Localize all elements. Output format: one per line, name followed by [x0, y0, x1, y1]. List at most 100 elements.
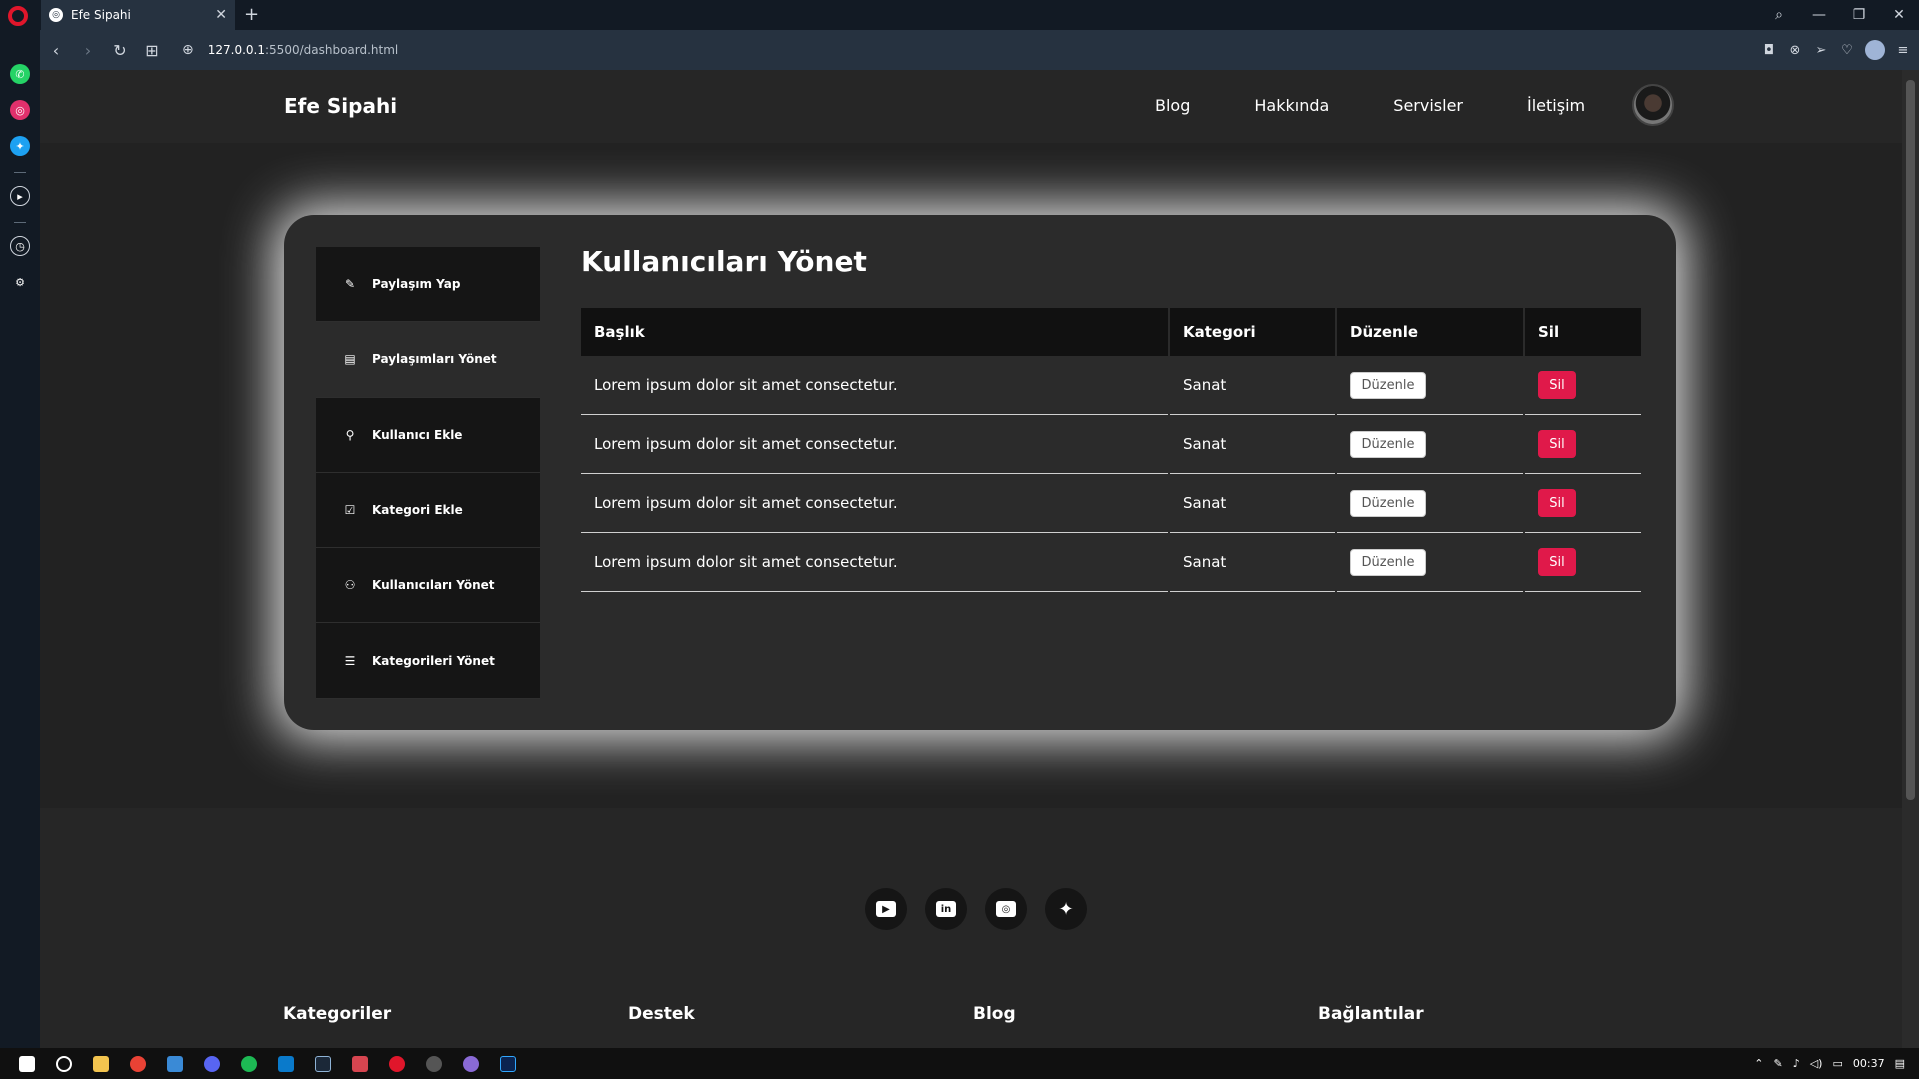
restore-button[interactable]: ❐ — [1839, 7, 1879, 23]
tab-close-icon[interactable]: ✕ — [215, 7, 227, 23]
cell-edit: Düzenle — [1337, 415, 1523, 474]
microphone-icon[interactable]: ♪ — [1793, 1057, 1800, 1070]
windows-start-icon[interactable] — [8, 1055, 45, 1072]
linkedin-icon[interactable]: in — [925, 888, 967, 930]
dashboard-item-kategorileri-yonet[interactable]: ☰ Kategorileri Yönet — [316, 623, 540, 699]
page-scrollbar[interactable] — [1902, 70, 1919, 1048]
table-row: Lorem ipsum dolor sit amet consectetur. … — [581, 533, 1643, 592]
dashboard-item-paylasim-yap[interactable]: ✎ Paylaşım Yap — [316, 247, 540, 323]
footer-heading-destek: Destek — [628, 1004, 695, 1024]
tab-title: Efe Sipahi — [71, 8, 131, 22]
search-icon[interactable] — [45, 1055, 82, 1072]
user-add-icon: ⚲ — [345, 427, 355, 442]
twitter-icon[interactable]: ✦ — [1045, 888, 1087, 930]
camera-icon[interactable]: ◘ — [1761, 43, 1777, 58]
menu-icon[interactable]: ≡ — [1895, 43, 1911, 58]
reload-button[interactable]: ↻ — [104, 41, 136, 60]
steam-icon[interactable] — [304, 1055, 341, 1072]
pencil-icon: ✎ — [344, 277, 356, 292]
footer-heading-kategoriler: Kategoriler — [283, 1004, 392, 1024]
delete-button[interactable]: Sil — [1538, 371, 1576, 399]
app-icon[interactable] — [415, 1055, 452, 1072]
youtube-icon[interactable]: ▶ — [865, 888, 907, 930]
window-controls: ⌕ — ❐ ✕ — [1759, 0, 1919, 30]
url-field[interactable]: ⊕ 127.0.0.1:5500/dashboard.html — [182, 42, 398, 58]
opera-icon[interactable] — [378, 1055, 415, 1072]
volume-icon[interactable]: ◁) — [1810, 1057, 1823, 1070]
column-header-duzenle: Düzenle — [1337, 308, 1523, 356]
instagram-icon[interactable]: ◎ — [10, 100, 30, 120]
footer-heading-baglantilar: Bağlantılar — [1318, 1004, 1424, 1024]
profile-icon[interactable] — [1865, 40, 1885, 60]
cell-category: Sanat — [1170, 356, 1335, 415]
nav-hakkinda[interactable]: Hakkında — [1254, 96, 1329, 115]
nav-servisler[interactable]: Servisler — [1393, 96, 1463, 115]
delete-button[interactable]: Sil — [1538, 489, 1576, 517]
delete-button[interactable]: Sil — [1538, 430, 1576, 458]
site-footer: ▶ in ◎ ✦ Kategoriler Destek Blog Bağlant… — [40, 808, 1902, 1048]
browser-sidebar: ✆ ◎ ✦ ▸ ◷ ⚙ ••• — [0, 30, 40, 1071]
opera-logo-icon[interactable] — [8, 6, 28, 26]
column-header-kategori: Kategori — [1170, 308, 1335, 356]
dashboard-item-label: Kullanıcı Ekle — [372, 427, 463, 442]
app-icon[interactable] — [156, 1055, 193, 1072]
dashboard-item-label: Kategori Ekle — [372, 503, 463, 518]
shield-icon[interactable]: ⊗ — [1787, 43, 1803, 58]
mail-icon[interactable] — [341, 1055, 378, 1072]
chrome-icon[interactable] — [119, 1055, 156, 1072]
page-title: Kullanıcıları Yönet — [581, 245, 867, 278]
browser-tab[interactable]: ◎ Efe Sipahi ✕ — [41, 0, 235, 30]
cell-edit: Düzenle — [1337, 356, 1523, 415]
minimize-button[interactable]: — — [1799, 7, 1839, 23]
site-header: Efe Sipahi Blog Hakkında Servisler İleti… — [40, 70, 1902, 143]
instagram-icon[interactable]: ◎ — [985, 888, 1027, 930]
spotify-icon[interactable] — [230, 1055, 267, 1072]
column-header-sil: Sil — [1525, 308, 1641, 356]
clock[interactable]: 00:37 — [1853, 1057, 1885, 1070]
heart-icon[interactable]: ♡ — [1839, 43, 1855, 58]
new-tab-button[interactable]: + — [244, 4, 259, 25]
photoshop-icon[interactable] — [489, 1055, 526, 1072]
globe-icon: ⊕ — [182, 42, 194, 58]
cell-title: Lorem ipsum dolor sit amet consectetur. — [581, 415, 1168, 474]
delete-button[interactable]: Sil — [1538, 548, 1576, 576]
discord-icon[interactable] — [193, 1055, 230, 1072]
edit-button[interactable]: Düzenle — [1350, 548, 1426, 576]
cell-category: Sanat — [1170, 474, 1335, 533]
edit-button[interactable]: Düzenle — [1350, 430, 1426, 458]
dashboard-item-kullanici-ekle[interactable]: ⚲ Kullanıcı Ekle — [316, 397, 540, 473]
settings-icon[interactable]: ⚙ — [10, 272, 30, 292]
site-brand[interactable]: Efe Sipahi — [284, 94, 397, 118]
chevron-up-icon[interactable]: ⌃ — [1754, 1057, 1763, 1070]
github-icon[interactable] — [452, 1055, 489, 1072]
vscode-icon[interactable] — [267, 1055, 304, 1072]
player-icon[interactable]: ▸ — [10, 186, 30, 206]
nav-iletisim[interactable]: İletişim — [1527, 96, 1585, 115]
search-icon[interactable]: ⌕ — [1759, 7, 1799, 23]
cell-title: Lorem ipsum dolor sit amet consectetur. — [581, 474, 1168, 533]
twitter-icon[interactable]: ✦ — [10, 136, 30, 156]
file-explorer-icon[interactable] — [82, 1055, 119, 1072]
dashboard-item-paylasimlari-yonet[interactable]: ▤ Paylaşımları Yönet — [316, 322, 540, 398]
edit-button[interactable]: Düzenle — [1350, 371, 1426, 399]
table-header: Başlık Kategori Düzenle Sil — [581, 308, 1643, 356]
whatsapp-icon[interactable]: ✆ — [10, 64, 30, 84]
back-button[interactable]: ‹ — [40, 41, 72, 60]
pen-icon[interactable]: ✎ — [1773, 1057, 1782, 1070]
history-icon[interactable]: ◷ — [10, 236, 30, 256]
edit-button[interactable]: Düzenle — [1350, 489, 1426, 517]
notifications-icon[interactable]: ▤ — [1895, 1057, 1905, 1070]
network-icon[interactable]: ▭ — [1832, 1057, 1842, 1070]
dashboard-item-kullanicilari-yonet[interactable]: ⚇ Kullanıcıları Yönet — [316, 548, 540, 624]
cell-delete: Sil — [1525, 415, 1641, 474]
linkedin-glyph: in — [936, 901, 956, 917]
forward-button[interactable]: › — [72, 41, 104, 60]
system-tray: ⌃ ✎ ♪ ◁) ▭ 00:37 ▤ — [1754, 1048, 1905, 1079]
speed-dial-button[interactable]: ⊞ — [136, 41, 168, 60]
send-icon[interactable]: ➢ — [1813, 43, 1829, 58]
close-window-button[interactable]: ✕ — [1879, 7, 1919, 23]
nav-blog[interactable]: Blog — [1155, 96, 1190, 115]
avatar[interactable] — [1632, 84, 1674, 126]
scrollbar-thumb[interactable] — [1906, 80, 1915, 800]
dashboard-item-kategori-ekle[interactable]: ☑ Kategori Ekle — [316, 472, 540, 549]
